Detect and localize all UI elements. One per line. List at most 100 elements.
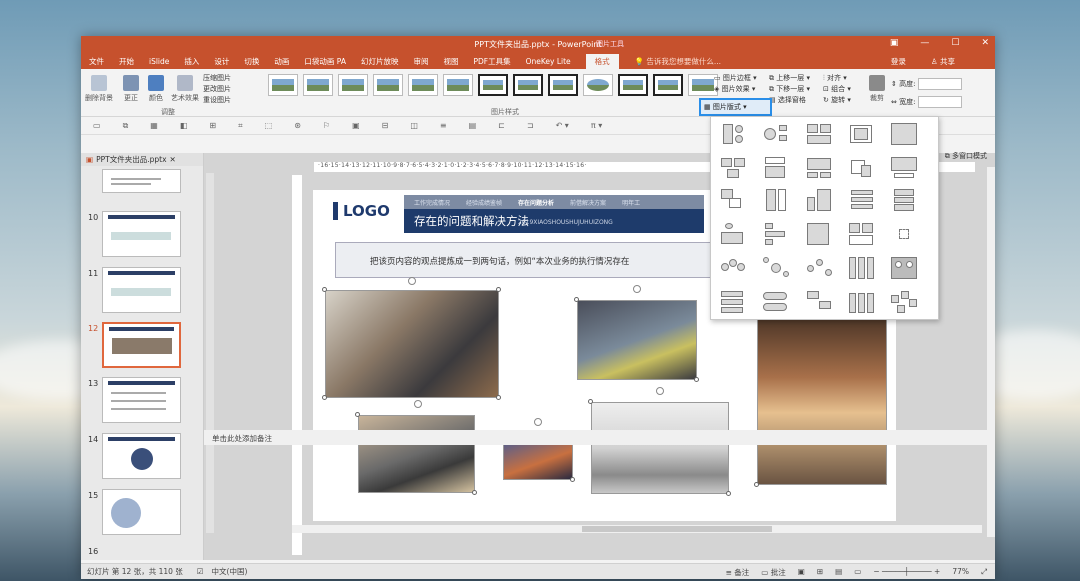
picture-style-option[interactable]: [338, 74, 368, 96]
layout-option[interactable]: [807, 123, 833, 145]
slideshow-icon[interactable]: ▭: [854, 567, 861, 578]
tab-file[interactable]: 文件: [89, 56, 104, 67]
artistic-effects-button[interactable]: 艺术效果: [170, 75, 200, 103]
picture-style-option[interactable]: [478, 74, 508, 96]
layout-option[interactable]: [721, 257, 747, 279]
vertical-scrollbar[interactable]: [987, 167, 995, 537]
layout-option[interactable]: [721, 123, 747, 145]
file-tab[interactable]: ▣ PPT文件夹出品.pptx ✕: [81, 153, 203, 166]
zoom-slider[interactable]: − ─────┼───── +: [873, 567, 940, 578]
ribbon-display-icon[interactable]: ▣: [890, 38, 899, 48]
layout-option[interactable]: [721, 157, 747, 179]
tab-format[interactable]: 格式: [585, 53, 619, 69]
layout-option[interactable]: [849, 189, 875, 211]
tab-view[interactable]: 视图: [443, 56, 458, 67]
horizontal-scrollbar[interactable]: [292, 525, 982, 533]
resize-handle[interactable]: [496, 395, 501, 400]
rotate-handle-icon[interactable]: [656, 387, 664, 395]
share-button[interactable]: ♙ 共享: [931, 56, 970, 67]
photo-cafe[interactable]: [757, 305, 887, 485]
crop-button[interactable]: 裁剪: [867, 75, 887, 103]
slide-thumbnail-selected[interactable]: [102, 322, 181, 368]
send-backward-button[interactable]: ⧉ 下移一层 ▾: [769, 84, 810, 95]
picture-style-option[interactable]: [303, 74, 333, 96]
close-icon[interactable]: ✕: [170, 155, 176, 164]
language-indicator[interactable]: 中文(中国): [212, 566, 248, 577]
quote-box[interactable]: 把该页内容的观点提炼成一到两句话，例如“本次业务的执行情况存在: [335, 242, 715, 278]
layout-option[interactable]: [849, 223, 875, 245]
layout-option[interactable]: [891, 157, 917, 179]
zoom-level[interactable]: 77%: [952, 567, 969, 578]
qat-icon[interactable]: ◧: [180, 121, 188, 130]
slide-thumbnail[interactable]: [102, 433, 181, 479]
width-input[interactable]: [917, 96, 962, 108]
layout-option[interactable]: [849, 123, 875, 145]
layout-option[interactable]: [891, 257, 917, 279]
qat-icon[interactable]: ▣: [352, 121, 360, 130]
layout-option[interactable]: [721, 291, 747, 313]
selection-pane-button[interactable]: ▤ 选择窗格: [769, 95, 810, 106]
picture-style-option[interactable]: [513, 74, 543, 96]
close-button[interactable]: ✕: [981, 38, 989, 48]
picture-layout-button[interactable]: ▦ 图片版式 ▾: [699, 98, 772, 116]
tab-review[interactable]: 审阅: [413, 56, 428, 67]
rotate-button[interactable]: ↻ 旋转 ▾: [823, 95, 851, 106]
qat-icon[interactable]: ◫: [410, 121, 418, 130]
resize-handle[interactable]: [694, 377, 699, 382]
slide-thumbnail[interactable]: [102, 211, 181, 257]
color-button[interactable]: 颜色: [146, 75, 166, 103]
resize-handle[interactable]: [355, 412, 360, 417]
qat-icon[interactable]: ⧉: [123, 121, 129, 131]
comments-button[interactable]: ▭ 批注: [761, 567, 785, 578]
layout-option[interactable]: [891, 223, 917, 245]
qat-icon[interactable]: ▤: [469, 121, 477, 130]
align-button[interactable]: ⫶ 对齐 ▾: [823, 73, 851, 84]
resize-handle[interactable]: [472, 490, 477, 495]
thumb-scrollbar[interactable]: [206, 173, 214, 533]
layout-option[interactable]: [849, 291, 875, 313]
tab-onekey[interactable]: OneKey Lite: [526, 57, 571, 66]
login-link[interactable]: 登录: [891, 56, 906, 67]
multi-window-toggle[interactable]: ⧉ 多窗口模式: [945, 151, 987, 161]
undo-icon[interactable]: ↶ ▾: [556, 121, 569, 130]
resize-handle[interactable]: [322, 287, 327, 292]
rotate-handle-icon[interactable]: [534, 418, 542, 426]
compress-pictures-button[interactable]: 压缩图片: [203, 73, 231, 84]
resize-handle[interactable]: [496, 287, 501, 292]
layout-option[interactable]: [763, 123, 789, 145]
notes-button[interactable]: ≡ 备注: [726, 567, 750, 578]
rotate-handle-icon[interactable]: [633, 285, 641, 293]
qat-icon[interactable]: ⊐: [527, 121, 534, 130]
picture-style-option[interactable]: [618, 74, 648, 96]
qat-icon[interactable]: ▭: [93, 121, 101, 130]
pi-icon[interactable]: π ▾: [591, 121, 602, 130]
correct-button[interactable]: 更正: [121, 75, 141, 103]
photo-office[interactable]: [358, 415, 475, 493]
remove-background-button[interactable]: 删除背景: [84, 75, 114, 103]
photo-meeting[interactable]: [591, 402, 729, 494]
qat-icon[interactable]: ⊛: [294, 121, 301, 130]
tab-design[interactable]: 设计: [214, 56, 229, 67]
tab-islide[interactable]: iSlide: [149, 57, 169, 66]
layout-option[interactable]: [849, 157, 875, 179]
resize-handle[interactable]: [754, 482, 759, 487]
tab-home[interactable]: 开始: [119, 56, 134, 67]
layout-option[interactable]: [763, 257, 789, 279]
qat-icon[interactable]: ▦: [150, 121, 158, 130]
slide-thumbnail[interactable]: [102, 169, 181, 193]
notes-pane[interactable]: 单击此处添加备注: [204, 430, 995, 445]
maximize-button[interactable]: ☐: [951, 38, 959, 48]
photo-shelf-room[interactable]: [325, 290, 499, 398]
layout-option[interactable]: [807, 223, 833, 245]
fit-slide-icon[interactable]: ⤢: [981, 567, 987, 578]
layout-option[interactable]: [721, 223, 747, 245]
rotate-handle-icon[interactable]: [408, 277, 416, 285]
layout-option[interactable]: [807, 189, 833, 211]
layout-option[interactable]: [807, 291, 833, 313]
layout-option[interactable]: [763, 223, 789, 245]
layout-option[interactable]: [763, 189, 789, 211]
picture-style-option[interactable]: [408, 74, 438, 96]
resize-handle[interactable]: [588, 399, 593, 404]
qat-icon[interactable]: ≡: [440, 121, 447, 130]
layout-option[interactable]: [849, 257, 875, 279]
